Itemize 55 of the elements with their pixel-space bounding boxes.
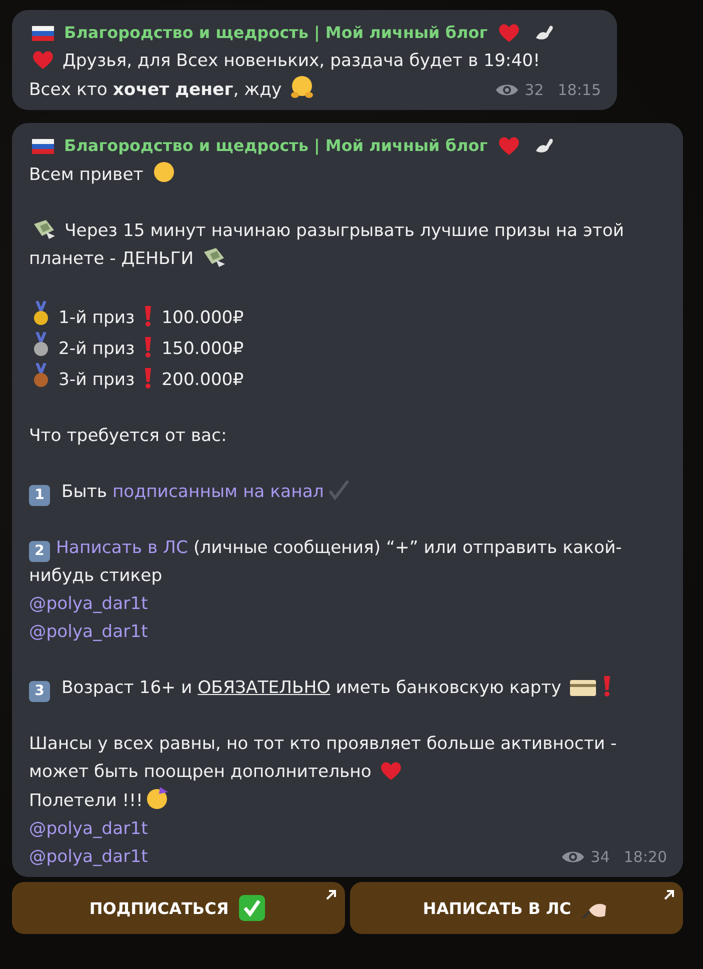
medal-icon (32, 301, 50, 327)
link[interactable]: @polya_dar1t (29, 847, 148, 867)
exclamation-icon (602, 675, 612, 697)
heart-icon (32, 50, 54, 70)
eye-icon (494, 82, 519, 98)
money-icon (202, 246, 226, 268)
emoji-icon (290, 75, 314, 99)
check-box-icon (238, 895, 265, 921)
emoji-icon (152, 160, 176, 184)
emoji-icon (146, 786, 170, 810)
message-text: 2-й приз 150.000₽ (29, 332, 244, 363)
view-count: 32 (524, 80, 544, 101)
external-arrow-icon (325, 889, 337, 901)
message-text: 1-й приз 100.000₽ (29, 301, 244, 332)
view-count: 34 (590, 847, 610, 868)
flag-icon (32, 26, 54, 40)
flag-icon (32, 138, 54, 154)
message-text: 2 Написать в ЛС (личные сообщения) “+” или отправить какой-нибудь стикер (29, 537, 623, 588)
heart-icon (498, 136, 520, 156)
external-arrow-icon (663, 889, 675, 901)
inline-button[interactable]: ПОДПИСАТЬСЯ (12, 882, 345, 934)
channel-name: Благородство и щедрость | Мой личный блог (64, 135, 488, 157)
link[interactable]: @polya_dar1t (29, 622, 148, 642)
exclamation-icon (143, 305, 154, 327)
message-text: Полетели !!! (29, 786, 173, 815)
message-text: Всех кто хочет денег, жду (29, 75, 318, 104)
money-icon (32, 218, 56, 240)
keycap-number: 3 (29, 681, 50, 702)
inline-button[interactable]: НАПИСАТЬ В ЛС (350, 882, 683, 934)
message-text: Друзья, для Всех новеньких, раздача будет в 19:40! (29, 47, 540, 75)
medal-icon (32, 332, 50, 358)
keycap-number: 2 (29, 541, 50, 562)
message-text: 1 Быть подписанным на канал (29, 478, 354, 506)
message-text: Что требуется от вас: (29, 425, 227, 448)
message-text: Через 15 минут начинаю разыгрывать лучшие призы на этой планете - ДЕНЬГИ (29, 217, 667, 273)
message-text: Всем привет (29, 160, 179, 189)
message-text: 3 Возраст 16+ и ОБЯЗАТЕЛЬНО иметь банковскую карту (29, 674, 615, 702)
heart-icon (498, 23, 520, 43)
eye-icon (560, 849, 585, 865)
check-icon (326, 479, 351, 501)
keycap-number: 1 (29, 485, 50, 506)
exclamation-icon (143, 336, 154, 358)
message-time: 18:20 (624, 847, 667, 868)
link[interactable]: Написать в ЛС (56, 538, 188, 558)
exclamation-icon (143, 367, 154, 389)
heart-icon (380, 761, 402, 781)
message-text: Шансы у всех равны, но тот кто проявляет больше активности - может быть поощрен дополнительно (29, 733, 618, 784)
link[interactable]: подписанным на канал (112, 482, 324, 502)
medal-icon (32, 363, 50, 389)
card-icon (570, 679, 596, 697)
channel-name: Благородство и щедрость | Мой личный блог (64, 22, 488, 44)
message-text: 3-й приз 200.000₽ (29, 363, 244, 394)
message-time: 18:15 (558, 80, 601, 101)
link[interactable]: @polya_dar1t (29, 819, 148, 839)
link[interactable]: @polya_dar1t (29, 594, 148, 614)
